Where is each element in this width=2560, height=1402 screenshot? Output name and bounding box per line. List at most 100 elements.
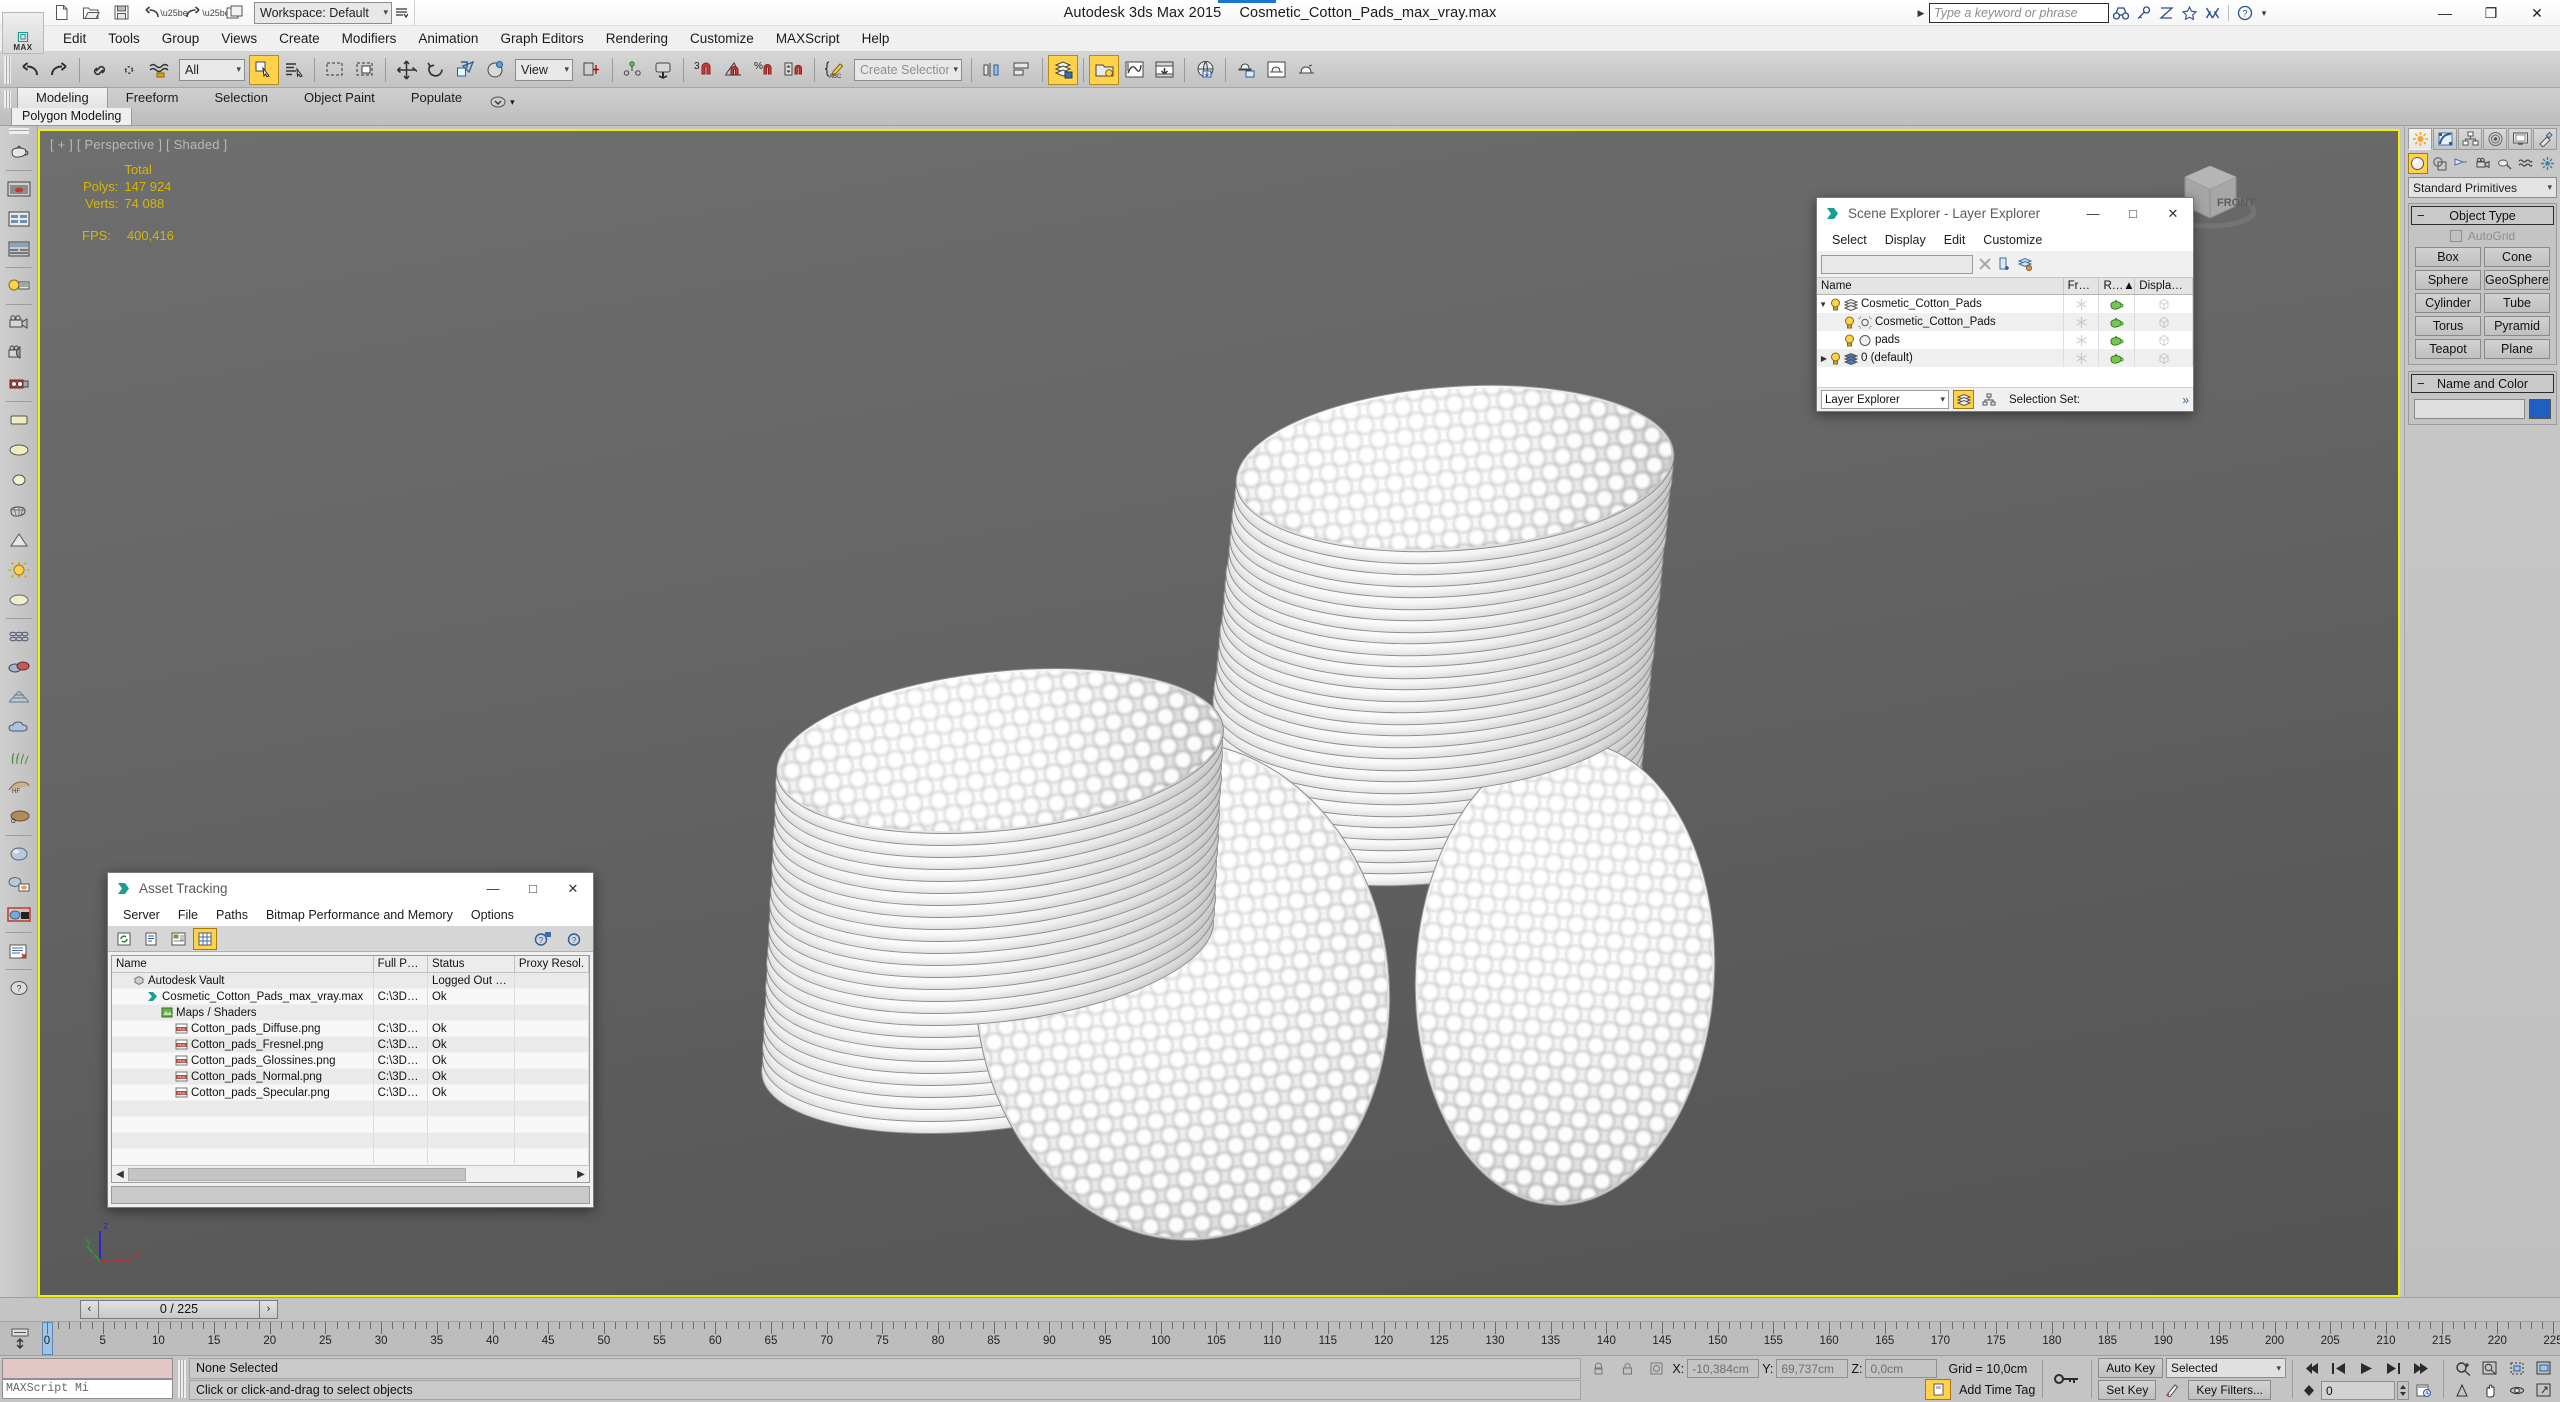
select-and-move-button[interactable]: [391, 55, 421, 85]
object-type-sphere-button[interactable]: Sphere: [2415, 270, 2481, 290]
asset-tracking-row[interactable]: PNG Cotton_pads_Fresnel.png C:\3D… Ok: [112, 1037, 589, 1053]
asset-tracking-row[interactable]: PNG Cotton_pads_Normal.png C:\3D… Ok: [112, 1069, 589, 1085]
motion-tab[interactable]: [2483, 128, 2507, 150]
field-of-view-icon[interactable]: [2450, 1380, 2476, 1401]
asset-tracking-col-3[interactable]: Proxy Resol.: [515, 956, 589, 972]
menu-item-tools[interactable]: Tools: [97, 28, 151, 49]
ribbon-grip[interactable]: [4, 90, 11, 108]
layer-explorer-button[interactable]: [1048, 54, 1078, 85]
ribbon-tab-selection[interactable]: Selection: [197, 88, 286, 108]
time-slider-track[interactable]: ‹ 0 / 225 ›: [38, 1298, 2560, 1322]
grass-icon[interactable]: [3, 742, 35, 772]
go-to-end-button[interactable]: [2407, 1358, 2433, 1379]
asset-tracking-menu-paths[interactable]: Paths: [207, 906, 257, 924]
maxscript-input[interactable]: MAXScript Mi: [2, 1379, 173, 1399]
select-and-manipulate-button[interactable]: [618, 55, 648, 85]
align-button[interactable]: [1007, 55, 1037, 85]
select-by-name-button[interactable]: [279, 55, 309, 85]
binoculars-icon[interactable]: [2109, 3, 2132, 24]
asset-tracking-row[interactable]: Autodesk Vault Logged Out …: [112, 973, 589, 989]
asset-tracking-maximize[interactable]: □: [513, 873, 553, 904]
scene-explorer-row[interactable]: Cosmetic_Cotton_Pads: [1817, 313, 2193, 331]
display-tab[interactable]: [2508, 128, 2532, 150]
camera-target-icon[interactable]: [3, 338, 35, 368]
autogrid-row[interactable]: AutoGrid: [2415, 229, 2550, 243]
menu-item-create[interactable]: Create: [268, 28, 331, 49]
save-file-button[interactable]: [106, 0, 136, 28]
next-frame-arrow[interactable]: ›: [259, 1300, 277, 1318]
scene-explorer-search-input[interactable]: [1821, 254, 1973, 274]
display-cell[interactable]: [2135, 331, 2193, 349]
object-type-cylinder-button[interactable]: Cylinder: [2415, 293, 2481, 313]
geometry-icon[interactable]: [2408, 153, 2428, 174]
footer-overflow[interactable]: »: [2182, 393, 2189, 407]
object-type-box-button[interactable]: Box: [2415, 247, 2481, 267]
scroll-right-arrow[interactable]: ▶: [573, 1169, 589, 1180]
visibility-bulb-icon[interactable]: [1844, 316, 1855, 329]
help-question-icon[interactable]: ?: [3, 973, 35, 1003]
layer-settings-icon[interactable]: [2017, 257, 2033, 272]
scene-explorer-col-0[interactable]: Name: [1817, 278, 2064, 294]
freeze-cell[interactable]: [2064, 313, 2100, 331]
application-menu-button[interactable]: ⧈ MAX: [2, 12, 44, 54]
clear-search-icon[interactable]: [1978, 257, 1992, 271]
pan-icon[interactable]: [2477, 1380, 2503, 1401]
script-listener-icon[interactable]: [3, 936, 35, 966]
freeze-cell[interactable]: [2064, 331, 2100, 349]
material-browser-icon[interactable]: [3, 869, 35, 899]
scene-explorer-row[interactable]: ▶ 0 (default): [1817, 349, 2193, 367]
z-coordinate-field[interactable]: 0,0cm: [1865, 1359, 1938, 1378]
object-color-swatch[interactable]: [2529, 399, 2551, 419]
refresh-icon[interactable]: [112, 928, 136, 950]
help-icon[interactable]: ?: [562, 928, 586, 950]
object-type-cone-button[interactable]: Cone: [2484, 247, 2550, 267]
redo-dropdown-button[interactable]: \u25be: [202, 0, 230, 28]
curve-editor-button[interactable]: [1119, 55, 1149, 85]
select-and-rotate-button[interactable]: [421, 55, 451, 85]
list-view-icon[interactable]: [139, 928, 163, 950]
snaps-toggle-button[interactable]: [648, 55, 678, 85]
cameras-icon[interactable]: [2473, 153, 2493, 174]
explorer-mode-combo[interactable]: Layer Explorer ▾: [1821, 390, 1949, 409]
snaps-toggle-3d-button[interactable]: 3: [689, 55, 719, 85]
dome-wireframe-icon[interactable]: [3, 682, 35, 712]
light-lister-icon[interactable]: [3, 271, 35, 301]
ribbon-tab-freeform[interactable]: Freeform: [108, 88, 197, 108]
hierarchy-tab[interactable]: [2458, 128, 2482, 150]
help-dropdown-arrow[interactable]: ▾: [2256, 8, 2272, 19]
search-input[interactable]: Type a keyword or phrase: [1929, 3, 2109, 23]
scene-explorer-menu-edit[interactable]: Edit: [1935, 231, 1975, 249]
maximize-button[interactable]: ❐: [2468, 0, 2514, 26]
go-to-start-button[interactable]: [2299, 1358, 2325, 1379]
scene-explorer-list[interactable]: ▼ Cosmetic_Cotton_Pads Cosmetic_Cotton_Pad…: [1817, 295, 2193, 387]
undo-scene-button[interactable]: [14, 55, 44, 85]
spinner-snap-toggle-button[interactable]: [779, 55, 809, 85]
maximize-viewport-icon[interactable]: [2531, 1380, 2557, 1401]
systems-icon[interactable]: [2537, 153, 2557, 174]
select-and-link-button[interactable]: [85, 55, 115, 85]
ellipse-primitive-icon[interactable]: [3, 435, 35, 465]
current-frame-field[interactable]: 0: [2321, 1381, 2395, 1400]
open-file-button[interactable]: [76, 0, 106, 28]
ellipse-soft-icon[interactable]: [3, 585, 35, 615]
ribbon-tab-modeling[interactable]: Modeling: [17, 87, 108, 108]
key-icon[interactable]: [2132, 3, 2155, 24]
set-key-button[interactable]: Set Key: [2098, 1379, 2157, 1400]
freeze-cell[interactable]: [2064, 349, 2100, 367]
frame-spinner[interactable]: [2397, 1381, 2409, 1400]
teapot-primitive-icon[interactable]: [3, 137, 35, 167]
render-settings-list-icon[interactable]: [3, 204, 35, 234]
render-region-icon[interactable]: [3, 899, 35, 929]
window-crossing-button[interactable]: [350, 55, 380, 85]
scene-explorer-menu-select[interactable]: Select: [1823, 231, 1876, 249]
display-cell[interactable]: [2135, 349, 2193, 367]
sun-icon[interactable]: [3, 555, 35, 585]
expander-icon[interactable]: ▼: [1817, 300, 1827, 309]
thumbnail-view-icon[interactable]: [166, 928, 190, 950]
angle-snap-toggle-button[interactable]: [719, 55, 749, 85]
layer-view-toggle[interactable]: [1953, 390, 1974, 409]
asset-tracking-close[interactable]: ✕: [553, 873, 593, 904]
mirror-button[interactable]: [977, 55, 1007, 85]
time-slider-thumb[interactable]: ‹ 0 / 225 ›: [80, 1299, 278, 1319]
ribbon-tab-object-paint[interactable]: Object Paint: [286, 88, 393, 108]
